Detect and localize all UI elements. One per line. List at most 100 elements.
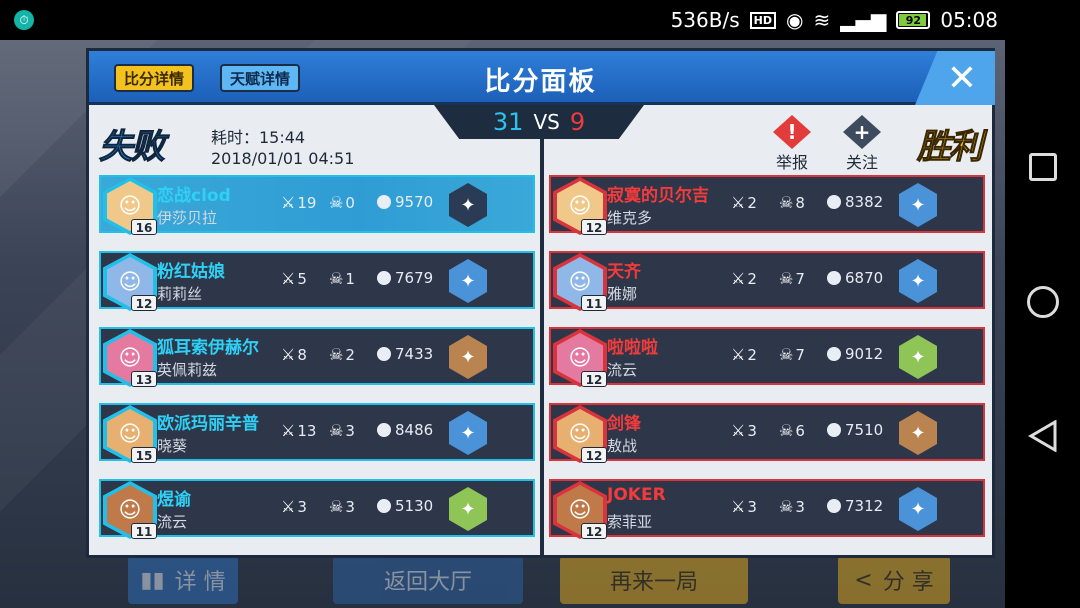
deaths-value: 0 [345, 193, 355, 212]
warning-icon: ! [773, 115, 811, 149]
panel-header: 比分详情 天赋详情 比分面板 ✕ [89, 51, 995, 105]
equipment-icon[interactable]: ✦ [899, 487, 937, 531]
nav-bar [1005, 40, 1080, 608]
team-divider [540, 139, 544, 555]
level-badge: 12 [581, 219, 607, 235]
match-duration: 耗时：15:44 [211, 128, 306, 147]
back-button[interactable] [1027, 420, 1059, 452]
skull-icon: ☠ [329, 497, 344, 516]
skull-icon: ☠ [779, 497, 794, 516]
player-row[interactable]: ☺ 15 欧派玛丽辛普 晓葵 ⚔ 13 ☠ 3 8486 ✦ [99, 403, 535, 463]
equipment-icon[interactable]: ✦ [899, 411, 937, 455]
gold-icon [827, 423, 841, 437]
gold-count: 9570 [377, 193, 433, 211]
defeat-label: 失败 [99, 127, 166, 168]
death-count: ☠ 7 [779, 269, 805, 288]
player-row[interactable]: ☺ 12 啦啦啦 流云 ⚔ 2 ☠ 7 9012 ✦ [549, 327, 985, 387]
home-button[interactable] [1027, 286, 1059, 318]
report-button[interactable]: ! 举报 [765, 115, 819, 173]
kills-value: 3 [297, 497, 307, 516]
player-row[interactable]: ☺ 12 剑锋 敖战 ⚔ 3 ☠ 6 7510 ✦ [549, 403, 985, 463]
skull-icon: ☠ [779, 421, 794, 440]
level-badge: 12 [581, 447, 607, 463]
kills-value: 2 [747, 193, 757, 212]
player-card[interactable]: ☺ 11 天齐 雅娜 ⚔ 2 ☠ 7 6870 ✦ [549, 251, 985, 311]
kill-count: ⚔ 2 [731, 193, 757, 212]
skull-icon: ☠ [329, 421, 344, 440]
player-card[interactable]: ☺ 12 JOKER 索菲亚 ⚔ 3 ☠ 3 7312 ✦ [549, 479, 985, 539]
hero-name: 晓葵 [157, 437, 188, 455]
player-card[interactable]: ☺ 12 粉红姑娘 莉莉丝 ⚔ 5 ☠ 1 7679 ✦ [99, 251, 535, 311]
death-count: ☠ 0 [329, 193, 355, 212]
gold-value: 9570 [395, 193, 434, 211]
gold-icon [827, 499, 841, 513]
player-row[interactable]: ☺ 11 煜谕 流云 ⚔ 3 ☠ 3 5130 ✦ [99, 479, 535, 539]
gold-icon [377, 423, 391, 437]
gold-value: 7433 [395, 345, 434, 363]
equipment-icon[interactable]: ✦ [449, 259, 487, 303]
deaths-value: 2 [345, 345, 355, 364]
sword-icon: ⚔ [731, 345, 746, 364]
equipment-icon[interactable]: ✦ [899, 335, 937, 379]
player-row[interactable]: ☺ 11 天齐 雅娜 ⚔ 2 ☠ 7 6870 ✦ [549, 251, 985, 311]
close-button[interactable]: ✕ [915, 51, 995, 105]
follow-button[interactable]: + 关注 [835, 115, 889, 173]
equipment-icon[interactable]: ✦ [449, 487, 487, 531]
player-row[interactable]: ☺ 16 恋战clod 伊莎贝拉 ⚔ 19 ☠ 0 9570 ✦ [99, 175, 535, 235]
equipment-icon[interactable]: ✦ [899, 183, 937, 227]
kill-count: ⚔ 13 [281, 421, 316, 440]
share-icon: < [854, 567, 873, 593]
score-panel: 比分详情 天赋详情 比分面板 ✕ 31 VS 9 失败 耗时：15:44 201… [86, 48, 995, 558]
gold-value: 8486 [395, 421, 434, 439]
player-card[interactable]: ☺ 16 恋战clod 伊莎贝拉 ⚔ 19 ☠ 0 9570 ✦ [99, 175, 535, 235]
left-team-header: 失败 耗时：15:44 2018/01/01 04:51 [95, 109, 535, 169]
equipment-icon[interactable]: ✦ [449, 183, 487, 227]
panel-title: 比分面板 [484, 67, 597, 97]
hero-name: 流云 [157, 513, 188, 531]
gold-count: 7312 [827, 497, 883, 515]
gold-count: 7679 [377, 269, 433, 287]
player-row[interactable]: ☺ 12 JOKER 索菲亚 ⚔ 3 ☠ 3 7312 ✦ [549, 479, 985, 539]
player-card[interactable]: ☺ 12 寂寞的贝尔吉 维克多 ⚔ 2 ☠ 8 8382 ✦ [549, 175, 985, 235]
player-row[interactable]: ☺ 13 狐耳索伊赫尔 英佩莉兹 ⚔ 8 ☠ 2 7433 ✦ [99, 327, 535, 387]
equipment-icon[interactable]: ✦ [899, 259, 937, 303]
close-icon: ✕ [946, 57, 978, 99]
player-card[interactable]: ☺ 11 煜谕 流云 ⚔ 3 ☠ 3 5130 ✦ [99, 479, 535, 539]
sword-icon: ⚔ [281, 193, 296, 212]
deaths-value: 7 [795, 345, 805, 364]
equipment-icon[interactable]: ✦ [449, 335, 487, 379]
hero-name: 莉莉丝 [157, 285, 203, 303]
share-button[interactable]: < 分 享 [838, 556, 950, 604]
network-speed: 536B/s [670, 8, 740, 32]
kill-count: ⚔ 2 [731, 345, 757, 364]
player-row[interactable]: ☺ 12 寂寞的贝尔吉 维克多 ⚔ 2 ☠ 8 8382 ✦ [549, 175, 985, 235]
player-card[interactable]: ☺ 13 狐耳索伊赫尔 英佩莉兹 ⚔ 8 ☠ 2 7433 ✦ [99, 327, 535, 387]
bar-chart-icon: ▮▮ [140, 567, 165, 593]
hero-name: 流云 [607, 361, 638, 379]
player-card[interactable]: ☺ 12 啦啦啦 流云 ⚔ 2 ☠ 7 9012 ✦ [549, 327, 985, 387]
gold-icon [827, 195, 841, 209]
level-badge: 11 [581, 295, 607, 311]
player-card[interactable]: ☺ 12 剑锋 敖战 ⚔ 3 ☠ 6 7510 ✦ [549, 403, 985, 463]
player-row[interactable]: ☺ 12 粉红姑娘 莉莉丝 ⚔ 5 ☠ 1 7679 ✦ [99, 251, 535, 311]
recents-button[interactable] [1029, 153, 1057, 181]
left-team-list: ☺ 16 恋战clod 伊莎贝拉 ⚔ 19 ☠ 0 9570 ✦ ☺ 12 粉红姑娘… [99, 175, 535, 555]
add-user-icon: + [843, 115, 881, 149]
details-button[interactable]: ▮▮ 详 情 [128, 556, 238, 604]
player-name: 恋战clod [157, 186, 231, 206]
gold-value: 7510 [845, 421, 884, 439]
level-badge: 11 [131, 523, 157, 539]
gold-value: 5130 [395, 497, 434, 515]
kill-count: ⚔ 3 [731, 421, 757, 440]
play-again-button[interactable]: 再来一局 [560, 556, 748, 604]
return-lobby-button[interactable]: 返回大厅 [333, 556, 523, 604]
gold-icon [377, 499, 391, 513]
gold-count: 9012 [827, 345, 883, 363]
eye-icon: ◉ [785, 8, 804, 32]
gold-count: 8486 [377, 421, 433, 439]
gold-icon [377, 195, 391, 209]
deaths-value: 3 [795, 497, 805, 516]
player-card[interactable]: ☺ 15 欧派玛丽辛普 晓葵 ⚔ 13 ☠ 3 8486 ✦ [99, 403, 535, 463]
player-name: 天齐 [607, 262, 641, 282]
equipment-icon[interactable]: ✦ [449, 411, 487, 455]
